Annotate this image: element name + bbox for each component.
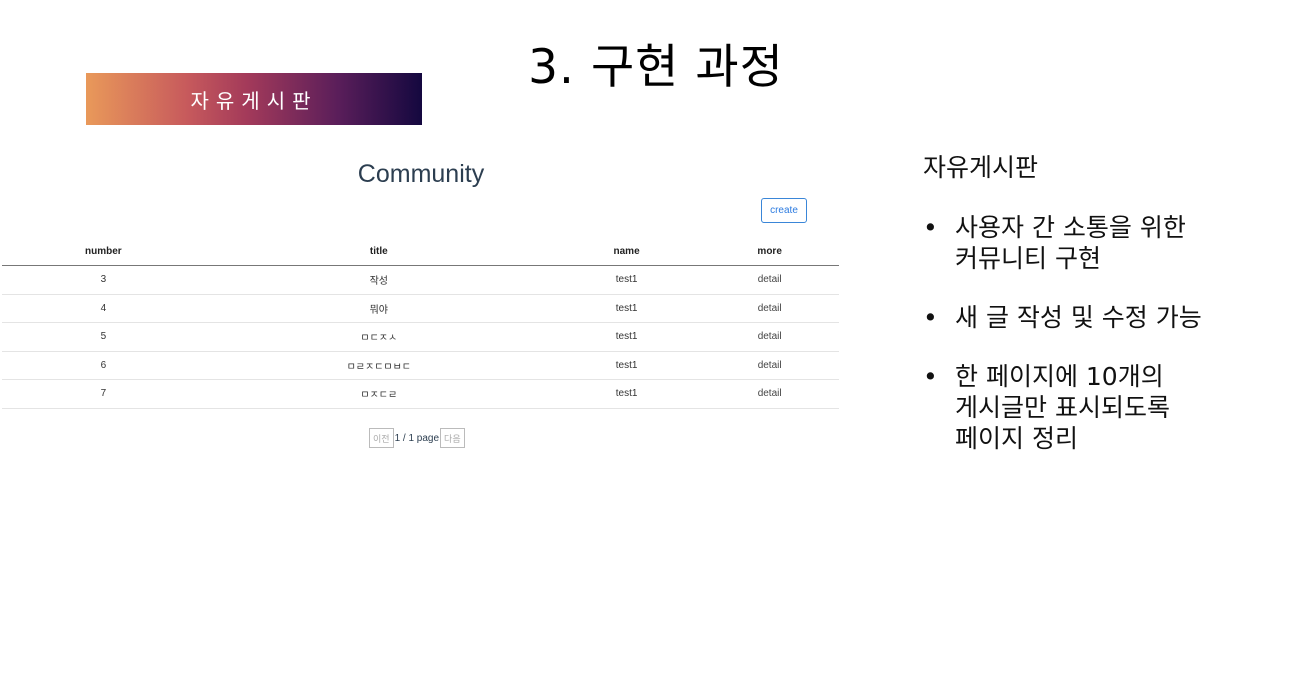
detail-link[interactable]: detail — [700, 379, 839, 409]
bullet-dot: • — [923, 362, 938, 391]
banner-free-board: 자유게시판 — [86, 73, 422, 125]
cell-title: ㅁㄹㅈㄷㅁㅂㄷ — [204, 351, 553, 380]
detail-link[interactable]: detail — [700, 294, 839, 323]
bullet-item: • 새 글 작성 및 수정 가능 — [923, 302, 1293, 333]
cell-name: test1 — [552, 265, 701, 295]
page-title: Community — [357, 160, 485, 188]
next-page-button[interactable]: 다음 — [440, 428, 465, 448]
column-header-more: more — [700, 238, 839, 266]
cell-name: test1 — [552, 294, 701, 323]
table-row[interactable]: 5 ㅁㄷㅈㅅ test1 detail — [2, 322, 839, 352]
bullet-text: 한 페이지에 10개의 게시글만 표시되도록 페이지 정리 — [955, 362, 1170, 453]
cell-title: ㅁㄷㅈㅅ — [204, 322, 553, 352]
bullet-item: • 한 페이지에 10개의 게시글만 표시되도록 페이지 정리 — [923, 361, 1293, 454]
column-header-title: title — [204, 238, 553, 266]
detail-link[interactable]: detail — [700, 265, 839, 295]
cell-number: 6 — [2, 351, 205, 380]
cell-number: 7 — [2, 379, 205, 409]
cell-number: 5 — [2, 322, 205, 352]
table-row[interactable]: 4 뭐야 test1 detail — [2, 294, 839, 323]
table-row[interactable]: 3 작성 test1 detail — [2, 265, 839, 295]
prev-page-button[interactable]: 이전 — [369, 428, 394, 448]
page-info: 1 / 1 page — [394, 432, 440, 444]
cell-number: 4 — [2, 294, 205, 323]
column-header-name: name — [552, 238, 701, 266]
detail-link[interactable]: detail — [700, 351, 839, 380]
cell-name: test1 — [552, 322, 701, 352]
pagination: 이전 1 / 1 page 다음 — [369, 428, 465, 448]
cell-title: 뭐야 — [204, 294, 553, 323]
table-row[interactable]: 6 ㅁㄹㅈㄷㅁㅂㄷ test1 detail — [2, 351, 839, 380]
cell-title: ㅁㅈㄷㄹ — [204, 379, 553, 409]
bullet-text: 사용자 간 소통을 위한 커뮤니티 구현 — [955, 213, 1186, 273]
create-button[interactable]: create — [761, 198, 807, 223]
cell-title: 작성 — [204, 265, 553, 295]
cell-name: test1 — [552, 351, 701, 380]
column-header-number: number — [2, 238, 205, 266]
cell-name: test1 — [552, 379, 701, 409]
cell-number: 3 — [2, 265, 205, 295]
table-row[interactable]: 7 ㅁㅈㄷㄹ test1 detail — [2, 379, 839, 409]
detail-link[interactable]: detail — [700, 322, 839, 352]
bullet-dot: • — [923, 213, 938, 242]
description-heading: 자유게시판 — [923, 153, 1039, 182]
bullet-item: • 사용자 간 소통을 위한 커뮤니티 구현 — [923, 212, 1293, 274]
bullet-dot: • — [923, 303, 938, 332]
post-table: number title name more 3 작성 test1 detail… — [2, 238, 839, 409]
bullet-text: 새 글 작성 및 수정 가능 — [955, 303, 1202, 332]
table-header-row: number title name more — [2, 238, 839, 266]
description-panel: 자유게시판 • 사용자 간 소통을 위한 커뮤니티 구현 • 새 글 작성 및 … — [923, 152, 1293, 482]
